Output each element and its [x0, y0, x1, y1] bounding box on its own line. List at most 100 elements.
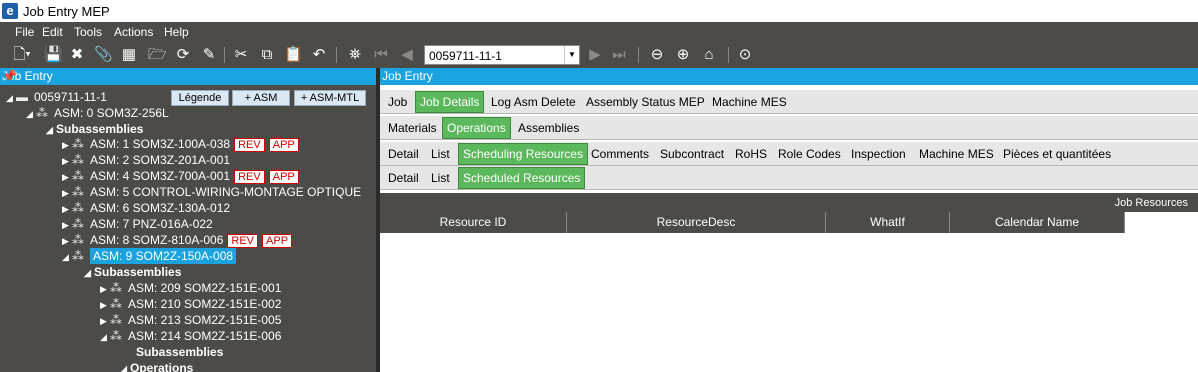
toolbar-separator: [336, 47, 337, 63]
paste-icon[interactable]: 📋: [284, 46, 303, 64]
tree-node-asm[interactable]: ▶ ⁂ ASM: 6 SOM3Z-130A-012: [62, 201, 230, 217]
tree-node-asm[interactable]: ▶ ⁂ ASM: 213 SOM2Z-151E-005: [100, 313, 281, 329]
tab-scheduled-resources[interactable]: Scheduled Resources: [458, 167, 586, 189]
collapse-icon[interactable]: ◢: [100, 332, 110, 343]
collapse-icon[interactable]: ◢: [84, 268, 94, 279]
tab-pieces-quantites[interactable]: Pièces et quantitées: [1003, 146, 1111, 162]
tree-node-asm[interactable]: ▶ ⁂ ASM: 5 CONTROL-WIRING-MONTAGE OPTIQUE: [62, 185, 361, 201]
column-resource-id[interactable]: Resource ID: [380, 212, 567, 233]
copy-icon[interactable]: ⧉: [258, 46, 276, 64]
rev-badge: REV: [227, 234, 259, 248]
right-panel-header: Job Entry: [380, 68, 1198, 85]
tab-scheduling-resources[interactable]: Scheduling Resources: [458, 143, 589, 165]
tab-machine-mes-op[interactable]: Machine MES: [919, 146, 994, 162]
tree-node-asm[interactable]: ▶ ⁂ ASM: 4 SOM3Z-700A-001 REV APP: [62, 169, 299, 185]
tab-inspection[interactable]: Inspection: [851, 146, 906, 162]
cut-icon[interactable]: ✂: [232, 46, 250, 64]
save-icon[interactable]: 💾: [44, 46, 63, 64]
tree-node-asm[interactable]: ▶ ⁂ ASM: 1 SOM3Z-100A-038 REV APP: [62, 137, 299, 153]
expand-icon[interactable]: ▶: [100, 284, 110, 295]
tree-node-asm[interactable]: ▶ ⁂ ASM: 2 SOM3Z-201A-001: [62, 153, 230, 169]
tree-node-subassemblies[interactable]: Subassemblies: [126, 345, 223, 361]
new-icon[interactable]: 🗋▾: [10, 46, 34, 64]
back-icon[interactable]: ⊖: [648, 46, 666, 64]
collapse-icon[interactable]: ◢: [120, 364, 130, 372]
tab-materials[interactable]: Materials: [388, 120, 437, 136]
tab-detail[interactable]: Detail: [388, 146, 419, 162]
tree-node-asm[interactable]: ▶ ⁂ ASM: 7 PNZ-016A-022: [62, 217, 213, 233]
menu-edit[interactable]: Edit: [42, 25, 63, 39]
play-icon[interactable]: ⊙: [736, 46, 754, 64]
tree-node-job[interactable]: ◢ ▬ 0059711-11-1: [6, 90, 107, 106]
expand-icon[interactable]: ▶: [62, 156, 72, 167]
menu-file[interactable]: File: [15, 25, 34, 39]
tab-machine-mes[interactable]: Machine MES: [712, 94, 787, 110]
legend-button[interactable]: Légende: [171, 90, 229, 106]
tab-list[interactable]: List: [431, 146, 450, 162]
column-whatif[interactable]: WhatIf: [826, 212, 950, 233]
home-icon[interactable]: ⌂: [700, 46, 718, 64]
refresh-icon[interactable]: ⟳: [174, 46, 192, 64]
add-asm-button[interactable]: + ASM: [232, 90, 290, 106]
expand-icon[interactable]: ▶: [62, 140, 72, 151]
toolbar-separator: [638, 47, 639, 63]
column-calendar-name[interactable]: Calendar Name: [950, 212, 1125, 233]
forward-icon[interactable]: ⊕: [674, 46, 692, 64]
expand-icon[interactable]: ▶: [100, 316, 110, 327]
expand-icon[interactable]: ▶: [62, 172, 72, 183]
job-number-combo[interactable]: 0059711-11-1 ▼: [424, 45, 580, 65]
tree-node-asm[interactable]: ▶ ⁂ ASM: 209 SOM2Z-151E-001: [100, 281, 281, 297]
tab-job[interactable]: Job: [388, 94, 407, 110]
tree-node-asm-selected[interactable]: ◢ ⁂ ASM: 9 SOM2Z-150A-008: [62, 248, 237, 265]
tab-log-asm-delete[interactable]: Log Asm Delete: [491, 94, 576, 110]
next-record-icon[interactable]: ▶: [586, 46, 604, 64]
tab-list[interactable]: List: [431, 170, 450, 186]
search-binoculars-icon[interactable]: ⛯: [346, 46, 364, 64]
previous-record-icon[interactable]: ◀: [398, 46, 416, 64]
collapse-icon[interactable]: ◢: [26, 109, 36, 120]
open-folder-icon[interactable]: 🗁: [148, 46, 167, 64]
tab-rohs[interactable]: RoHS: [735, 146, 767, 162]
tab-assemblies[interactable]: Assemblies: [518, 120, 579, 136]
expand-icon[interactable]: ▶: [100, 300, 110, 311]
window-title: Job Entry MEP: [23, 4, 110, 19]
tree-node-subassemblies[interactable]: ◢ Subassemblies: [84, 265, 181, 281]
tree-node-asm[interactable]: ▶ ⁂ ASM: 8 SOMZ-810A-006 REV APP: [62, 233, 293, 249]
expand-icon[interactable]: ▶: [62, 188, 72, 199]
menu-actions[interactable]: Actions: [114, 25, 153, 39]
tree-node-asm[interactable]: ◢ ⁂ ASM: 0 SOM3Z-256L: [26, 106, 169, 122]
tab-row-scheduling: Detail List Scheduled Resources: [380, 166, 1198, 190]
tab-comments[interactable]: Comments: [591, 146, 649, 162]
tab-role-codes[interactable]: Role Codes: [778, 146, 841, 162]
first-record-icon[interactable]: ⏮: [372, 46, 390, 64]
job-number-value: 0059711-11-1: [429, 49, 502, 63]
delete-icon[interactable]: ✖: [68, 46, 86, 64]
tab-job-details[interactable]: Job Details: [415, 91, 485, 113]
menu-help[interactable]: Help: [164, 25, 189, 39]
collapse-icon[interactable]: ◢: [62, 252, 72, 263]
tree-node-asm[interactable]: ◢ ⁂ ASM: 214 SOM2Z-151E-006: [100, 329, 281, 345]
menu-tools[interactable]: Tools: [74, 25, 102, 39]
tab-detail[interactable]: Detail: [388, 170, 419, 186]
tree-node-operations[interactable]: ◢ Operations: [120, 361, 193, 372]
tab-assembly-status-mep[interactable]: Assembly Status MEP: [586, 94, 705, 110]
add-asm-mtl-button[interactable]: + ASM-MTL: [294, 90, 366, 106]
tree-node-subassemblies[interactable]: ◢ Subassemblies: [46, 122, 143, 138]
clear-icon[interactable]: ✎: [200, 46, 218, 64]
collapse-icon[interactable]: ◢: [46, 125, 56, 136]
tab-operations[interactable]: Operations: [442, 117, 511, 139]
tree-node-asm[interactable]: ▶ ⁂ ASM: 210 SOM2Z-151E-002: [100, 297, 281, 313]
undo-icon[interactable]: ↶: [310, 46, 328, 64]
chevron-down-icon[interactable]: ▼: [564, 46, 579, 64]
tab-subcontract[interactable]: Subcontract: [660, 146, 724, 162]
expand-icon[interactable]: ▶: [62, 220, 72, 231]
grid-icon[interactable]: ▦: [120, 46, 138, 64]
collapse-icon[interactable]: ◢: [6, 93, 16, 104]
pin-icon[interactable]: 📌: [2, 69, 368, 83]
toolbar: 🗋▾ 💾 ✖ 📎 ▦ 🗁 ⟳ ✎ ✂ ⧉ 📋 ↶ ⛯ ⏮ ◀ ▶ ⏭ ⊖ ⊕ ⌂…: [0, 42, 1198, 68]
last-record-icon[interactable]: ⏭: [610, 46, 628, 64]
attach-icon[interactable]: 📎: [94, 46, 113, 64]
expand-icon[interactable]: ▶: [62, 204, 72, 215]
column-resource-desc[interactable]: ResourceDesc: [567, 212, 826, 233]
expand-icon[interactable]: ▶: [62, 236, 72, 247]
